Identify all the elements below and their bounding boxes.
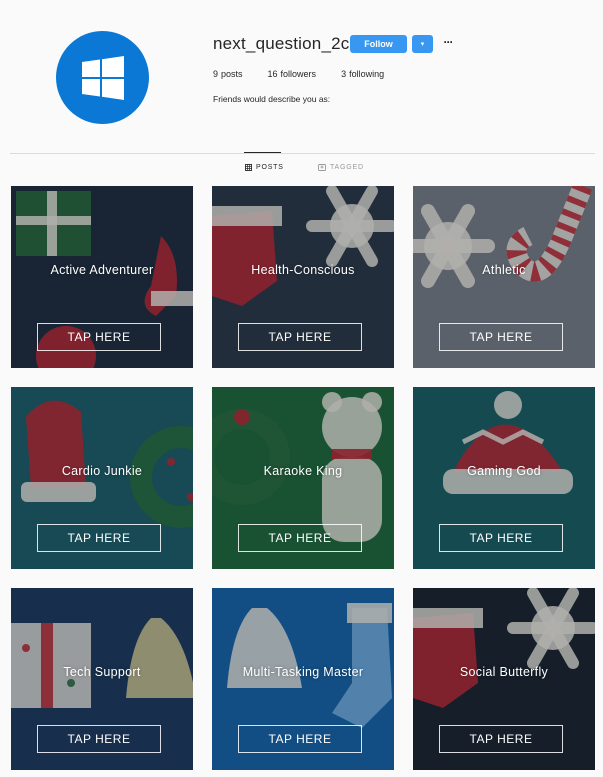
- stat-following[interactable]: 3 following: [341, 69, 384, 79]
- post-tile[interactable]: Tech Support TAP HERE: [11, 588, 193, 770]
- post-tile[interactable]: Gaming God TAP HERE: [413, 387, 595, 569]
- tab-tagged[interactable]: TAGGED: [318, 164, 364, 171]
- suggestions-dropdown-button[interactable]: ▾: [412, 35, 433, 53]
- tag-icon: [318, 164, 326, 171]
- more-options-button[interactable]: ···: [441, 35, 455, 49]
- stat-count: 16: [267, 69, 278, 79]
- active-tab-indicator: [244, 152, 281, 153]
- tap-here-button[interactable]: TAP HERE: [37, 725, 161, 753]
- stat-count: 9: [213, 69, 219, 79]
- tab-label: POSTS: [256, 164, 284, 171]
- post-label: Health-Conscious: [251, 263, 355, 277]
- tap-here-button[interactable]: TAP HERE: [238, 725, 362, 753]
- more-icon: ···: [443, 35, 454, 49]
- stat-label: posts: [221, 69, 243, 79]
- follow-button[interactable]: Follow: [350, 35, 407, 53]
- tap-here-button[interactable]: TAP HERE: [37, 323, 161, 351]
- tap-here-button[interactable]: TAP HERE: [37, 524, 161, 552]
- tab-label: TAGGED: [330, 164, 364, 171]
- tap-here-button[interactable]: TAP HERE: [238, 524, 362, 552]
- stat-count: 3: [341, 69, 347, 79]
- post-label: Tech Support: [63, 665, 141, 679]
- post-label: Active Adventurer: [50, 263, 154, 277]
- tap-here-button[interactable]: TAP HERE: [439, 524, 563, 552]
- profile-stats: 9 posts 16 followers 3 following: [213, 69, 384, 79]
- post-tile[interactable]: Cardio Junkie TAP HERE: [11, 387, 193, 569]
- post-label: Cardio Junkie: [61, 464, 143, 478]
- profile-bio: Friends would describe you as:: [213, 94, 331, 104]
- stat-label: followers: [280, 69, 317, 79]
- post-label: Karaoke King: [263, 464, 343, 478]
- post-tile[interactable]: Multi-Tasking Master TAP HERE: [212, 588, 394, 770]
- tap-here-button[interactable]: TAP HERE: [439, 323, 563, 351]
- tap-here-button[interactable]: TAP HERE: [238, 323, 362, 351]
- tap-here-button[interactable]: TAP HERE: [439, 725, 563, 753]
- divider: [10, 153, 595, 154]
- post-tile[interactable]: Social Butterfly TAP HERE: [413, 588, 595, 770]
- post-tile[interactable]: Athletic TAP HERE: [413, 186, 595, 368]
- avatar[interactable]: [56, 31, 149, 124]
- stat-posts[interactable]: 9 posts: [213, 69, 243, 79]
- post-label: Social Butterfly: [459, 665, 549, 679]
- grid-icon: [245, 164, 252, 171]
- tab-posts[interactable]: POSTS: [245, 164, 284, 171]
- post-label: Athletic: [482, 263, 526, 277]
- stat-followers[interactable]: 16 followers: [268, 69, 317, 79]
- chevron-down-icon: ▾: [420, 41, 425, 48]
- stat-label: following: [349, 69, 385, 79]
- profile-username: next_question_2c: [213, 34, 350, 53]
- windows-logo-icon: [81, 55, 124, 100]
- post-label: Multi-Tasking Master: [242, 665, 364, 679]
- post-label: Gaming God: [467, 464, 541, 478]
- post-tile[interactable]: Health-Conscious TAP HERE: [212, 186, 394, 368]
- post-tile[interactable]: Karaoke King TAP HERE: [212, 387, 394, 569]
- post-tile[interactable]: Active Adventurer TAP HERE: [11, 186, 193, 368]
